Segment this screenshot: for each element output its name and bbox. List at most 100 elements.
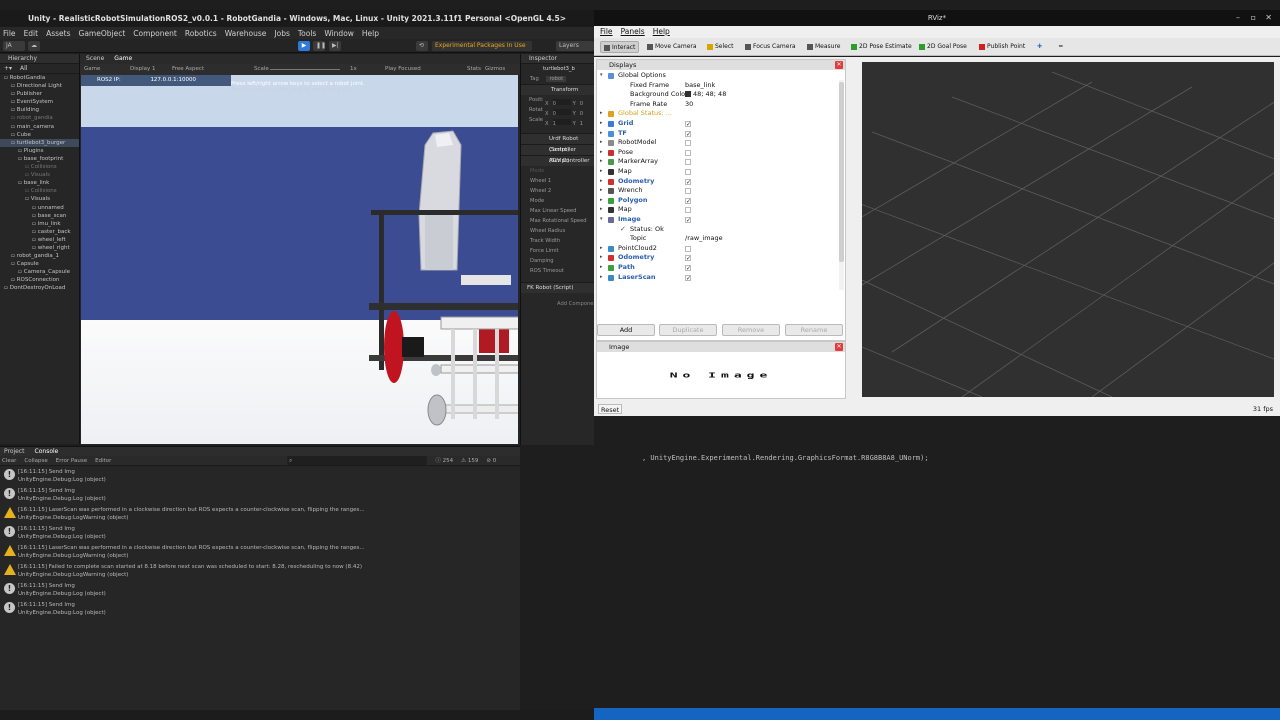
step-icon[interactable]: ▶| bbox=[329, 41, 341, 51]
hierarchy-item[interactable]: ▫ Visuals bbox=[0, 171, 79, 179]
hierarchy-tab[interactable]: Hierarchy bbox=[0, 54, 79, 64]
display-row[interactable]: ▸ Odometry ✓ bbox=[597, 253, 845, 263]
tool-move-camera[interactable]: Move Camera bbox=[644, 41, 700, 53]
hierarchy-item[interactable]: ▫ RobotGandia bbox=[0, 74, 79, 82]
display-row[interactable]: ▾ Global Options bbox=[597, 71, 845, 81]
tool-publish-point[interactable]: Publish Point bbox=[976, 41, 1028, 53]
hierarchy-item[interactable]: ▫ base_footprint bbox=[0, 155, 79, 163]
checkbox-unchecked[interactable] bbox=[685, 140, 691, 147]
component-header[interactable]: Urdf Robot (Script) bbox=[521, 133, 594, 153]
layers-dropdown[interactable]: Layers bbox=[556, 41, 594, 51]
expand-arrow-icon[interactable]: ▸ bbox=[600, 157, 603, 167]
console-log-entry[interactable]: ! [16:11:15] Send Img UnityEngine.Debug:Lo… bbox=[0, 485, 520, 504]
checkbox-checked[interactable]: ✓ bbox=[685, 217, 691, 224]
menu-jobs[interactable]: Jobs bbox=[274, 29, 289, 38]
display-row[interactable]: Topic/raw_image bbox=[597, 234, 845, 244]
hierarchy-search-field[interactable]: All bbox=[20, 65, 27, 72]
code-editor[interactable]: , UnityEngine.Experimental.Rendering.Gra… bbox=[594, 416, 1280, 710]
display-value[interactable]: 30 bbox=[685, 100, 693, 110]
expand-arrow-icon[interactable]: ▸ bbox=[600, 138, 603, 148]
hierarchy-item[interactable]: ▫ robot_gandia bbox=[0, 114, 79, 122]
display-row[interactable]: ✓ Status: Ok bbox=[597, 225, 845, 235]
expand-arrow-icon[interactable]: ▸ bbox=[600, 253, 603, 263]
tab-project[interactable]: Project bbox=[4, 447, 25, 456]
checkbox-checked[interactable]: ✓ bbox=[685, 265, 691, 272]
pause-icon[interactable]: ❚❚ bbox=[313, 41, 326, 51]
display-row[interactable]: ▸ TF ✓ bbox=[597, 129, 845, 139]
expand-arrow-icon[interactable]: ▸ bbox=[600, 263, 603, 273]
menu-gameobject[interactable]: GameObject bbox=[79, 29, 126, 38]
hierarchy-item[interactable]: ▫ Camera_Capsule bbox=[0, 268, 79, 276]
rename-button[interactable]: Rename bbox=[785, 324, 843, 336]
expand-arrow-icon[interactable]: ▸ bbox=[600, 273, 603, 283]
checkbox-checked[interactable]: ✓ bbox=[685, 197, 691, 204]
rviz-menu-panels[interactable]: Panels bbox=[621, 26, 645, 38]
hierarchy-item[interactable]: ▫ main_camera bbox=[0, 123, 79, 131]
close-icon[interactable]: ✕ bbox=[835, 343, 843, 351]
tool-interact[interactable]: Interact bbox=[600, 41, 640, 53]
hierarchy-item[interactable]: ▫ Plugins bbox=[0, 147, 79, 155]
close-icon[interactable]: ✕ bbox=[1265, 10, 1272, 26]
hierarchy-item[interactable]: ▫ Capsule bbox=[0, 260, 79, 268]
console-log-entry[interactable]: [16:11:15] Failed to complete scan start… bbox=[0, 561, 520, 580]
add-icon[interactable]: +▾ bbox=[4, 65, 12, 72]
display-row[interactable]: Fixed Frame base_link bbox=[597, 81, 845, 91]
account-button[interactable]: JA bbox=[3, 41, 25, 51]
tab-game[interactable]: Game bbox=[114, 54, 132, 64]
menu-help[interactable]: Help bbox=[362, 29, 379, 38]
component-header[interactable]: Controller (Script) bbox=[521, 144, 594, 164]
checkbox-unchecked[interactable] bbox=[685, 245, 691, 252]
expand-arrow-icon[interactable]: ▸ bbox=[600, 119, 603, 129]
play-icon[interactable]: ▶ bbox=[298, 41, 310, 51]
component-header[interactable]: AGV Controller bbox=[521, 155, 594, 166]
hierarchy-item[interactable]: ▫ turtlebot3_burger bbox=[0, 138, 79, 147]
hierarchy-search[interactable]: +▾ All bbox=[0, 64, 79, 74]
hierarchy-item[interactable]: ▫ caster_back bbox=[0, 228, 79, 236]
play-focused-dropdown[interactable]: Play Focused bbox=[385, 64, 421, 75]
hierarchy-item[interactable]: ▫ wheel_right bbox=[0, 244, 79, 252]
display-row[interactable]: ▸ Wrench bbox=[597, 186, 845, 196]
maximize-icon[interactable]: ▫ bbox=[1251, 10, 1256, 26]
stats-button[interactable]: Stats bbox=[467, 64, 481, 75]
display-value[interactable]: 48; 48; 48 bbox=[685, 90, 726, 100]
rviz-menu-help[interactable]: Help bbox=[653, 26, 670, 38]
display-row[interactable]: ▸ Odometry ✓ bbox=[597, 177, 845, 187]
display-row[interactable]: ▸ MarkerArray bbox=[597, 157, 845, 167]
cloud-icon[interactable]: ☁ bbox=[28, 41, 40, 51]
hierarchy-item[interactable]: ▫ Building bbox=[0, 106, 79, 114]
menu-window[interactable]: Window bbox=[324, 29, 354, 38]
console-search-input[interactable]: ⌕ bbox=[287, 456, 428, 465]
console-log-entry[interactable]: ! [16:11:15] Send Img UnityEngine.Debug:Lo… bbox=[0, 466, 520, 485]
console-log-entry[interactable]: ! [16:11:15] Send Img UnityEngine.Debug:Lo… bbox=[0, 580, 520, 599]
checkbox-unchecked[interactable] bbox=[685, 188, 691, 195]
hierarchy-item[interactable]: ▫ Publisher bbox=[0, 90, 79, 98]
value-y[interactable]: 1 bbox=[580, 121, 583, 125]
menu-tools[interactable]: Tools bbox=[298, 29, 316, 38]
menu-file[interactable]: File bbox=[3, 29, 16, 38]
fk-robot-component[interactable]: FK Robot (Script) bbox=[521, 282, 594, 293]
expand-arrow-icon[interactable]: ▸ bbox=[600, 244, 603, 254]
hierarchy-item[interactable]: ▫ robot_gandia_1 bbox=[0, 252, 79, 260]
checkbox-unchecked[interactable] bbox=[685, 169, 691, 175]
value-x[interactable]: 1 bbox=[552, 119, 571, 125]
minimize-icon[interactable]: – bbox=[1236, 10, 1240, 26]
display-row[interactable]: ▸ Polygon ✓ bbox=[597, 196, 845, 206]
reset-button[interactable]: Reset bbox=[598, 404, 623, 414]
add-button[interactable]: Add bbox=[597, 324, 655, 336]
close-icon[interactable]: ✕ bbox=[835, 61, 843, 69]
console-log-entry[interactable]: ! [16:11:15] Send Img UnityEngine.Debug:Lo… bbox=[0, 599, 520, 618]
hierarchy-item[interactable]: ▫ DontDestroyOnLoad bbox=[0, 284, 79, 292]
error-pause-button[interactable]: Error Pause bbox=[56, 456, 87, 465]
add-tool-icon[interactable]: ✚ bbox=[1034, 41, 1045, 53]
game-render[interactable]: ROS2 IP: 127.0.0.1:10000 Press left/righ… bbox=[81, 75, 518, 444]
info-count[interactable]: ⓘ 254 bbox=[435, 456, 453, 465]
checkbox-unchecked[interactable] bbox=[685, 207, 691, 214]
checkbox-checked[interactable]: ✓ bbox=[685, 178, 691, 185]
hierarchy-item[interactable]: ▫ imu_link bbox=[0, 220, 79, 228]
3d-viewport[interactable] bbox=[862, 62, 1274, 397]
aspect-dropdown[interactable]: Free Aspect bbox=[172, 64, 204, 75]
scale-slider[interactable] bbox=[270, 69, 340, 70]
expand-arrow-icon[interactable]: ▸ bbox=[600, 167, 603, 177]
display-row[interactable]: ▸ Path ✓ bbox=[597, 263, 845, 273]
menu-component[interactable]: Component bbox=[133, 29, 177, 38]
